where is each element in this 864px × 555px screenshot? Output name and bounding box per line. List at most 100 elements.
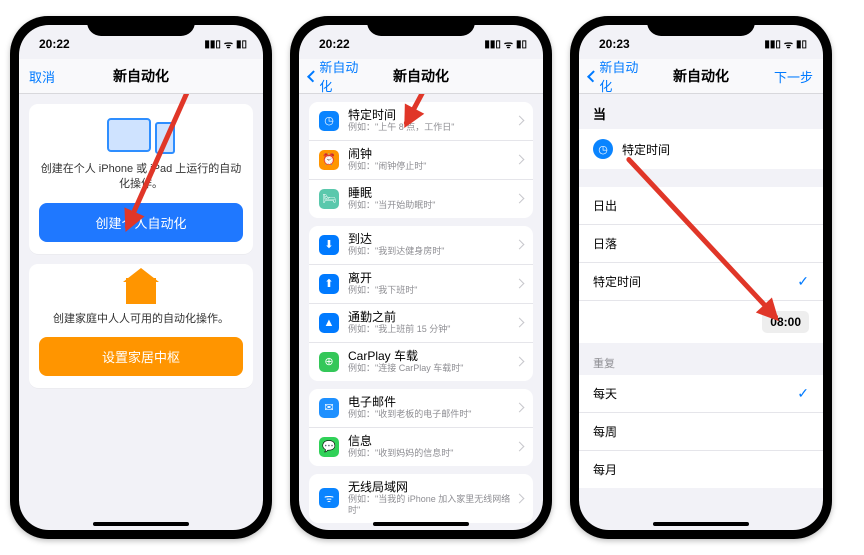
content-2: ◷ 特定时间 例如："上午 8 点，工作日" ⏰ 闹钟 例如："闹钟停止时" 🛏 xyxy=(299,94,543,530)
trigger-row-arrive[interactable]: ⬇ 到达 例如："我到达健身房时" xyxy=(309,226,533,265)
option-label: 日落 xyxy=(593,235,617,252)
row-sub: 例如："我下班时" xyxy=(348,285,516,296)
trigger-row-leave[interactable]: ⬆ 离开 例如："我下班时" xyxy=(309,265,533,304)
repeat-monthly[interactable]: 每月 xyxy=(579,451,823,488)
setup-home-hub-button[interactable]: 设置家居中枢 xyxy=(39,337,243,376)
commute-icon: ▲ xyxy=(319,313,339,333)
repeat-weekly[interactable]: 每周 xyxy=(579,413,823,451)
row-sub: 例如："我到达健身房时" xyxy=(348,246,516,257)
repeat-header: 重复 xyxy=(579,347,823,375)
screen-3: 20:23 ▮▮▯ ᯤ ▮▯ 新自动化 新自动化 下一步 当 ◷ 特定时间 xyxy=(579,25,823,530)
chevron-left-icon xyxy=(307,70,319,82)
option-sunrise[interactable]: 日出 xyxy=(579,187,823,225)
row-title: 离开 xyxy=(348,272,516,285)
row-sub: 例如："当我的 iPhone 加入家里无线网络时" xyxy=(348,494,516,516)
trigger-row-specific-time[interactable]: ◷ 特定时间 例如："上午 8 点，工作日" xyxy=(309,102,533,141)
wifi-icon: ᯤ xyxy=(504,37,513,51)
selected-trigger-row: ◷ 特定时间 xyxy=(579,129,823,169)
chevron-right-icon xyxy=(515,357,525,367)
devices-illustration xyxy=(39,118,243,154)
screen-2: 20:22 ▮▮▯ ᯤ ▮▯ 新自动化 新自动化 ◷ 特定时间 例如："上 xyxy=(299,25,543,530)
screen-1: 20:22 ▮▮▯ ᯤ ▮▯ 取消 新自动化 创建在个人 iPhone 或 iP… xyxy=(19,25,263,530)
row-sub: 例如："收到妈妈的信息时" xyxy=(348,448,516,459)
nav-cancel-button[interactable]: 取消 xyxy=(29,67,87,86)
row-title: 睡眠 xyxy=(348,187,516,200)
home-indicator xyxy=(653,522,749,526)
nav-bar: 取消 新自动化 xyxy=(19,59,263,94)
row-sub: 例如："闹钟停止时" xyxy=(348,161,516,172)
trigger-row-sleep[interactable]: 🛏 睡眠 例如："当开始助眠时" xyxy=(309,180,533,218)
notch xyxy=(87,16,195,36)
nav-back-label: 新自动化 xyxy=(319,57,367,95)
chevron-left-icon xyxy=(587,70,599,82)
row-sub: 例如："上午 8 点，工作日" xyxy=(348,122,516,133)
notch xyxy=(647,16,755,36)
chevron-right-icon xyxy=(515,442,525,452)
trigger-row-commute[interactable]: ▲ 通勤之前 例如："我上班前 15 分钟" xyxy=(309,304,533,343)
trigger-row-message[interactable]: 💬 信息 例如："收到妈妈的信息时" xyxy=(309,428,533,466)
personal-automation-card: 创建在个人 iPhone 或 iPad 上运行的自动化操作。 创建个人自动化 xyxy=(29,104,253,254)
phone-mockup-1: 20:22 ▮▮▯ ᯤ ▮▯ 取消 新自动化 创建在个人 iPhone 或 iP… xyxy=(10,16,272,539)
trigger-row-wifi[interactable]: ᯤ 无线局域网 例如："当我的 iPhone 加入家里无线网络时" xyxy=(309,474,533,523)
nav-back-button[interactable]: 新自动化 xyxy=(309,57,367,95)
check-icon: ✓ xyxy=(797,273,809,290)
option-label: 特定时间 xyxy=(593,273,641,290)
status-time: 20:22 xyxy=(319,37,350,51)
nav-title: 新自动化 xyxy=(87,66,195,86)
repeat-daily[interactable]: 每天 ✓ xyxy=(579,375,823,413)
row-sub: 例如："当开始助眠时" xyxy=(348,200,516,211)
home-indicator xyxy=(373,522,469,526)
time-options-group: 日出 日落 特定时间 ✓ 08:00 xyxy=(579,187,823,343)
time-value-row: 08:00 xyxy=(579,301,823,343)
option-sunset[interactable]: 日落 xyxy=(579,225,823,263)
wifi-icon: ᯤ xyxy=(319,488,339,508)
nav-title: 新自动化 xyxy=(647,66,755,86)
carplay-icon: ⊕ xyxy=(319,352,339,372)
leave-icon: ⬆ xyxy=(319,274,339,294)
home-automation-card: 创建家庭中人人可用的自动化操作。 设置家居中枢 xyxy=(29,264,253,388)
repeat-group: 每天 ✓ 每周 每月 xyxy=(579,375,823,488)
row-sub: 例如："收到老板的电子邮件时" xyxy=(348,409,516,420)
wifi-icon: ᯤ xyxy=(784,37,793,51)
status-indicators: ▮▮▯ ᯤ ▮▯ xyxy=(204,37,247,51)
row-sub: 例如："我上班前 15 分钟" xyxy=(348,324,516,335)
status-time: 20:22 xyxy=(39,37,70,51)
signal-icon: ▮▮▯ xyxy=(204,39,221,50)
battery-icon: ▮▯ xyxy=(796,39,807,50)
trigger-row-alarm[interactable]: ⏰ 闹钟 例如："闹钟停止时" xyxy=(309,141,533,180)
row-title: CarPlay 车载 xyxy=(348,350,516,363)
row-title: 通勤之前 xyxy=(348,311,516,324)
nav-next-button[interactable]: 下一步 xyxy=(755,67,813,86)
row-title: 电子邮件 xyxy=(348,396,516,409)
battery-icon: ▮▯ xyxy=(236,39,247,50)
signal-icon: ▮▮▯ xyxy=(484,39,501,50)
content-3: 当 ◷ 特定时间 日出 日落 特定时间 ✓ xyxy=(579,94,823,530)
mail-icon: ✉ xyxy=(319,398,339,418)
row-title: 到达 xyxy=(348,233,516,246)
chevron-right-icon xyxy=(515,403,525,413)
content-1: 创建在个人 iPhone 或 iPad 上运行的自动化操作。 创建个人自动化 创… xyxy=(19,94,263,530)
when-header: 当 xyxy=(579,94,823,129)
option-label: 每月 xyxy=(593,461,617,478)
chevron-right-icon xyxy=(515,318,525,328)
home-icon xyxy=(126,278,156,304)
nav-back-label: 新自动化 xyxy=(599,57,647,95)
trigger-row-carplay[interactable]: ⊕ CarPlay 车载 例如："连接 CarPlay 车载时" xyxy=(309,343,533,381)
option-label: 每天 xyxy=(593,385,617,402)
ipad-icon xyxy=(107,118,151,152)
selected-trigger-group: ◷ 特定时间 xyxy=(579,129,823,169)
chevron-right-icon xyxy=(515,155,525,165)
chevron-right-icon xyxy=(515,116,525,126)
notch xyxy=(367,16,475,36)
trigger-row-email[interactable]: ✉ 电子邮件 例如："收到老板的电子邮件时" xyxy=(309,389,533,428)
status-time: 20:23 xyxy=(599,37,630,51)
nav-back-button[interactable]: 新自动化 xyxy=(589,57,647,95)
row-title: 特定时间 xyxy=(348,109,516,122)
message-icon: 💬 xyxy=(319,437,339,457)
row-sub: 例如："连接 CarPlay 车载时" xyxy=(348,363,516,374)
row-title: 无线局域网 xyxy=(348,481,516,494)
chevron-right-icon xyxy=(515,194,525,204)
option-specific-time[interactable]: 特定时间 ✓ xyxy=(579,263,823,301)
nav-bar: 新自动化 新自动化 下一步 xyxy=(579,59,823,94)
option-label: 日出 xyxy=(593,197,617,214)
